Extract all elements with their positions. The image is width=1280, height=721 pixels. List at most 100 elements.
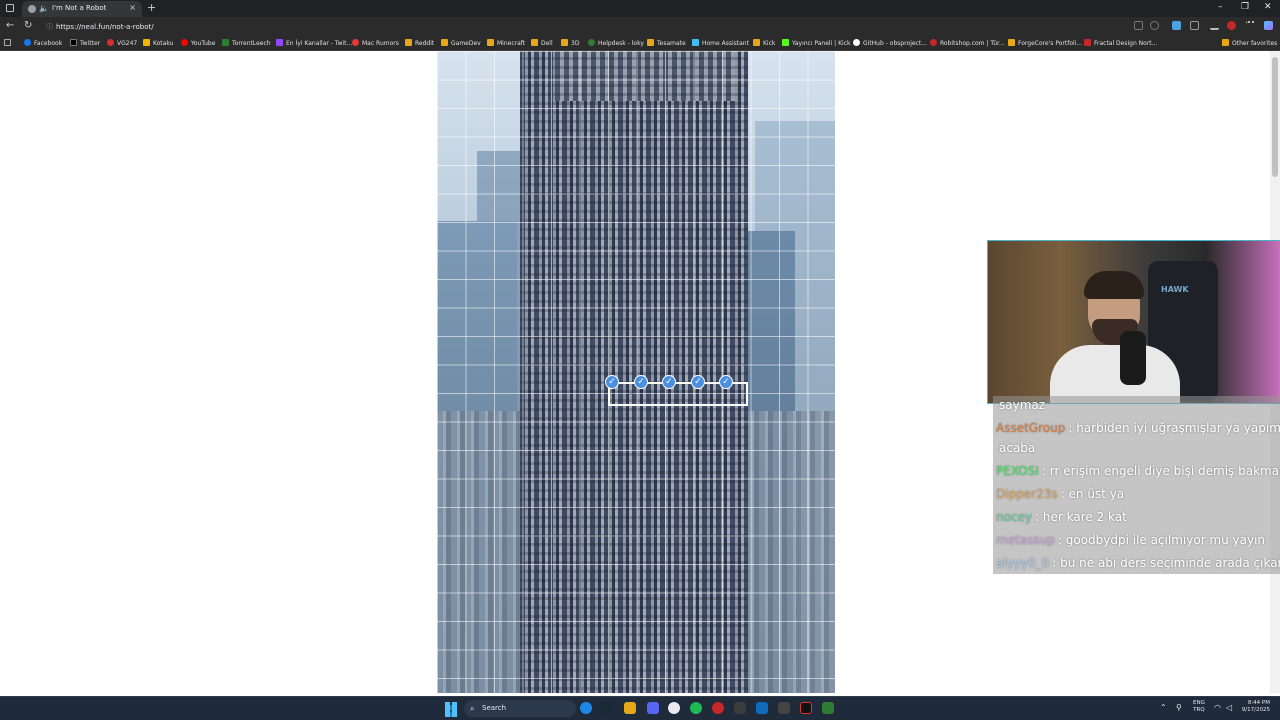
bookmark-item[interactable]: YouTube xyxy=(181,39,215,49)
site-info-icon[interactable]: ⓘ xyxy=(46,20,53,34)
extension-icon[interactable] xyxy=(1172,21,1181,30)
bookmark-folder[interactable]: Kick xyxy=(753,39,775,49)
chat-message: Dipper23s: en üst ya xyxy=(996,487,1124,501)
bookmark-favicon-icon xyxy=(181,39,188,46)
network-icon[interactable]: ⚲ xyxy=(1176,703,1182,712)
bookmark-item[interactable]: Kotaku xyxy=(143,39,173,49)
wifi-icon[interactable]: ◠ xyxy=(1214,703,1221,712)
new-tab-button[interactable]: + xyxy=(147,1,156,14)
show-hidden-icons-icon[interactable]: ⌃ xyxy=(1160,703,1167,712)
xbox-icon[interactable] xyxy=(822,702,834,714)
app-icon[interactable] xyxy=(712,702,724,714)
more-menu-icon[interactable] xyxy=(1246,21,1255,30)
mouse-cursor-icon: ☝ xyxy=(628,390,635,401)
reload-button[interactable]: ↻ xyxy=(24,20,32,31)
copilot-icon[interactable] xyxy=(1264,21,1273,30)
input-language-indicator[interactable]: ENG TRQ xyxy=(1193,700,1205,714)
bookmark-item[interactable]: GitHub - obsproject... xyxy=(853,39,927,49)
volume-icon[interactable]: ◁ xyxy=(1226,703,1232,712)
system-clock[interactable]: 8:44 PM 9/17/2025 xyxy=(1238,700,1270,714)
bookmark-favicon-icon xyxy=(588,39,595,46)
back-button[interactable]: ← xyxy=(6,20,14,31)
bookmark-item[interactable]: Fractal Design Nort... xyxy=(1084,39,1157,49)
bookmark-item[interactable]: VG247 xyxy=(107,39,137,49)
clock-date: 9/17/2025 xyxy=(1241,707,1270,713)
extensions-icon[interactable] xyxy=(1190,21,1199,30)
url-text: https://neal.fun/not-a-robot/ xyxy=(56,23,154,31)
search-icon: ⌕ xyxy=(470,704,475,713)
captcha-tile-grid[interactable] xyxy=(437,51,835,693)
bookmark-item[interactable]: TorrentLeech xyxy=(222,39,271,49)
steam-icon[interactable] xyxy=(601,702,613,714)
bookmark-item[interactable]: Helpdesk - loky xyxy=(588,39,644,49)
terminal-icon[interactable] xyxy=(734,702,746,714)
chat-message: acaba xyxy=(996,441,1035,455)
taskbar-search-box[interactable]: ⌕ Search xyxy=(464,700,576,717)
app-icon[interactable] xyxy=(756,702,768,714)
tile-check-icon[interactable]: ✓ xyxy=(634,375,648,389)
tile-check-icon[interactable]: ✓ xyxy=(691,375,705,389)
maximize-button[interactable]: ❐ xyxy=(1241,2,1249,12)
browser-tab[interactable]: 🔈 I'm Not a Robot × xyxy=(22,1,142,17)
tab-close-icon[interactable]: × xyxy=(129,3,136,12)
clock-time: 8:44 PM xyxy=(1247,700,1270,706)
chat-username: metassup xyxy=(996,533,1055,547)
bookmark-item[interactable]: Facebook xyxy=(24,39,62,49)
bookmark-folder[interactable]: Reddit xyxy=(405,39,434,49)
obs-icon[interactable] xyxy=(668,702,680,714)
windows-taskbar: ⌕ Search ⌃ ⚲ ENG TRQ ◠ ◁ 8:44 PM 9/17/20… xyxy=(0,696,1280,720)
bookmark-favicon-icon xyxy=(222,39,229,46)
captcha-image-grid[interactable]: ✓ ✓ ✓ ✓ ✓ ☝ xyxy=(437,51,835,693)
bookmarks-toggle-icon[interactable] xyxy=(4,39,14,49)
chat-text: : her kare 2 kat xyxy=(1035,510,1127,524)
chat-message: nocey: her kare 2 kat xyxy=(996,510,1127,524)
chat-username: PEXOSI xyxy=(996,464,1039,478)
discord-icon[interactable] xyxy=(647,702,659,714)
chat-text: : rr erişim engeli diye bişi demiş bakma… xyxy=(1041,464,1280,478)
bookmark-item[interactable]: Robitshop.com | Tür... xyxy=(930,39,1005,49)
bookmark-item[interactable]: Mac Rumors xyxy=(352,39,399,49)
chat-text: : en üst ya xyxy=(1060,487,1125,501)
scrollbar-thumb[interactable] xyxy=(1272,57,1278,177)
tile-check-icon[interactable]: ✓ xyxy=(719,375,733,389)
edge-browser-icon[interactable] xyxy=(580,702,592,714)
start-button[interactable] xyxy=(445,702,457,717)
bookmark-item[interactable]: En İyi Kanallar - Twit... xyxy=(276,39,352,49)
bookmark-favicon-icon xyxy=(107,39,114,46)
zoom-icon[interactable] xyxy=(1134,21,1143,30)
app-icon[interactable] xyxy=(800,702,812,714)
folder-icon xyxy=(405,39,412,46)
tile-check-icon[interactable]: ✓ xyxy=(662,375,676,389)
bookmark-item[interactable]: Home Assistant xyxy=(692,39,749,49)
chat-text: : harbiden iyi uğraşmışlar ya yapımı xyxy=(1068,421,1280,435)
audio-playing-icon[interactable]: 🔈 xyxy=(39,4,49,13)
bookmark-folder[interactable]: GameDev xyxy=(441,39,481,49)
download-app-icon[interactable] xyxy=(778,702,790,714)
bookmark-folder[interactable]: Tesamate xyxy=(647,39,686,49)
bookmark-favicon-icon xyxy=(352,39,359,46)
favorite-star-icon[interactable] xyxy=(1150,21,1159,30)
bookmark-folder[interactable]: 3D xyxy=(561,39,579,49)
tab-actions-icon[interactable] xyxy=(6,4,14,12)
windows-logo-icon xyxy=(445,705,457,717)
profile-avatar-icon[interactable] xyxy=(1227,21,1236,30)
bookmark-folder[interactable]: Dell xyxy=(531,39,553,49)
language-primary: ENG xyxy=(1193,700,1205,706)
bookmark-folder[interactable]: Minecraft xyxy=(487,39,525,49)
minimize-button[interactable]: – xyxy=(1218,2,1223,12)
other-favorites-folder[interactable]: Other favorites xyxy=(1222,39,1277,49)
streamer-hair xyxy=(1084,271,1144,299)
address-bar[interactable]: ⓘ https://neal.fun/not-a-robot/ xyxy=(42,20,1192,34)
file-explorer-icon[interactable] xyxy=(624,702,636,714)
tile-check-icon[interactable]: ✓ xyxy=(605,375,619,389)
bookmark-folder[interactable]: ForgeCore's Portfoli... xyxy=(1008,39,1082,49)
downloads-icon[interactable] xyxy=(1210,21,1219,30)
spotify-icon[interactable] xyxy=(690,702,702,714)
bookmark-item[interactable]: Yayıncı Paneli | Kick xyxy=(782,39,850,49)
folder-icon xyxy=(441,39,448,46)
search-placeholder: Search xyxy=(482,704,507,712)
bookmark-item[interactable]: Twitter xyxy=(70,39,100,49)
address-toolbar: ← ↻ ⓘ https://neal.fun/not-a-robot/ xyxy=(0,17,1280,37)
window-close-button[interactable]: ✕ xyxy=(1264,2,1272,12)
chat-text: saymaz xyxy=(999,398,1046,412)
